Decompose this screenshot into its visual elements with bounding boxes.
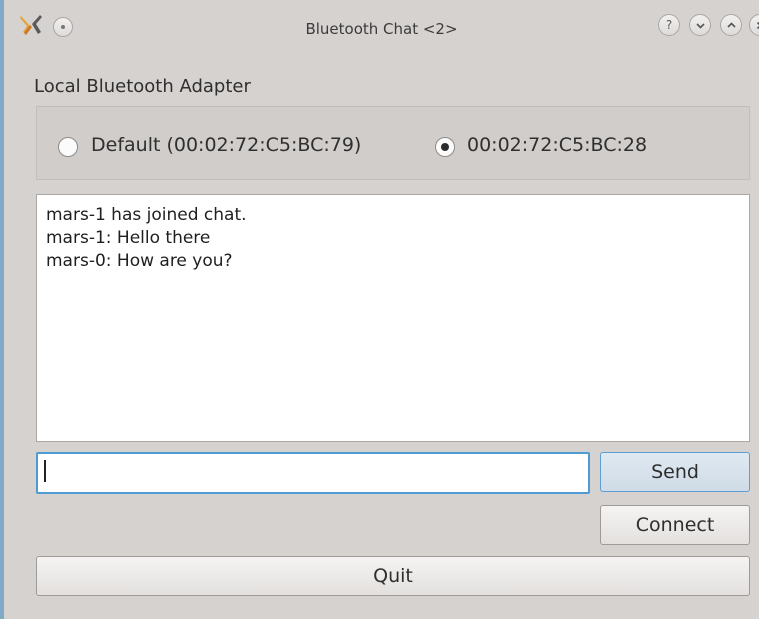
radio-adapter-28[interactable]	[435, 137, 455, 157]
message-input[interactable]	[36, 452, 590, 494]
chat-line: mars-1 has joined chat.	[46, 205, 247, 225]
quit-button[interactable]: Quit	[36, 556, 750, 596]
adapter-radio-group: Default (00:02:72:C5:BC:79) 00:02:72:C5:…	[36, 106, 750, 180]
help-button[interactable]: ?	[658, 14, 680, 36]
bluetooth-chat-window: Bluetooth Chat <2> ? Local Bluetooth Ada…	[0, 0, 759, 619]
send-button[interactable]: Send	[600, 452, 750, 492]
minimize-button[interactable]	[689, 14, 711, 36]
chat-line: mars-1: Hello there	[46, 228, 211, 248]
maximize-button[interactable]	[720, 14, 742, 36]
radio-default-adapter[interactable]	[58, 137, 78, 157]
chevron-down-icon	[696, 23, 705, 29]
chat-line: mars-0: How are you?	[46, 251, 233, 271]
close-icon	[756, 21, 759, 30]
connect-button[interactable]: Connect	[600, 505, 750, 545]
text-caret	[44, 460, 46, 482]
title-bar[interactable]: Bluetooth Chat <2> ?	[4, 0, 759, 58]
help-icon: ?	[665, 18, 673, 32]
radio-default-adapter-label[interactable]: Default (00:02:72:C5:BC:79)	[91, 134, 361, 156]
adapter-group-label: Local Bluetooth Adapter	[34, 76, 251, 97]
radio-adapter-28-label[interactable]: 00:02:72:C5:BC:28	[467, 134, 647, 156]
window-title: Bluetooth Chat <2>	[305, 20, 458, 38]
chevron-up-icon	[727, 22, 736, 28]
chat-log[interactable]: mars-1 has joined chat. mars-1: Hello th…	[36, 194, 750, 442]
